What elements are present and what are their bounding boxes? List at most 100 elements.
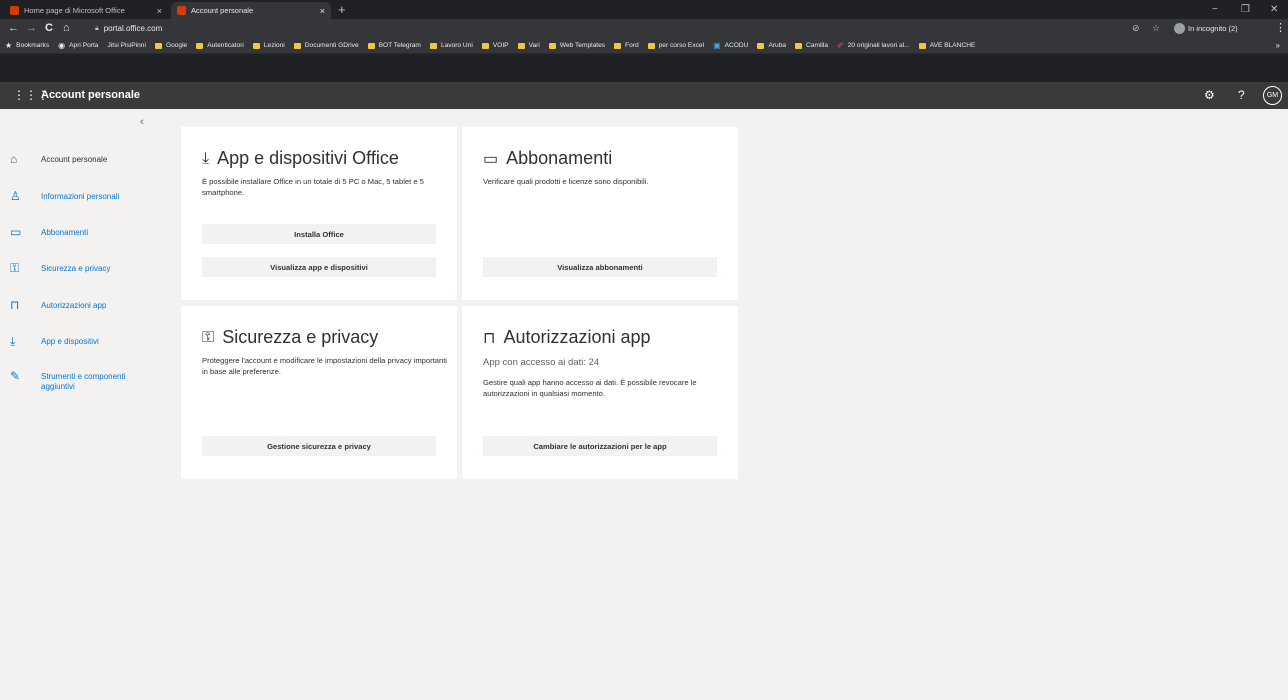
sidebar-item-sicurezza-privacy[interactable]: ⚿ Sicurezza e privacy [10,262,146,274]
view-apps-devices-button[interactable]: Visualizza app e dispositivi [202,257,436,277]
folder-icon [293,42,301,49]
security-card-title-text: Sicurezza e privacy [222,327,379,347]
tab-home-office[interactable]: Home page di Microsoft Office × [4,2,168,19]
incognito-badge[interactable]: In incognito (2) [1174,21,1238,36]
close-window-icon[interactable]: ✕ [1270,0,1278,19]
eye-off-icon[interactable]: ⊘ [1132,19,1140,38]
bookmark-label: VOIP [492,42,509,49]
sidebar-item-autorizzazioni-app[interactable]: ⊓ Autorizzazioni app [10,299,146,311]
browser-menu-icon[interactable]: ⋮ [1275,19,1286,38]
minimize-icon[interactable]: − [1212,0,1218,19]
apps-card: ⤓ App e dispositivi Office È possibile i… [181,127,457,300]
security-card-title: ⚿ Sicurezza e privacy [202,327,378,348]
sidebar-item-app-dispositivi[interactable]: ⤓ App e dispositivi [10,335,146,347]
forward-icon[interactable]: → [26,19,37,38]
home-icon: ⌂ [10,152,18,166]
bookmark-item[interactable]: ◉ Apri Porta [58,41,98,50]
bookmark-item[interactable]: AVE BLANCHE [918,42,976,49]
sidebar-item-informazioni-personali[interactable]: ♙ Informazioni personali [10,190,146,202]
permissions-card-title: ⊓ Autorizzazioni app [483,327,651,348]
url-text: portal.office.com [103,24,163,33]
office-favicon-icon [10,6,19,15]
bookmark-item[interactable]: Jitsi PisiPinni [107,42,145,49]
change-permissions-button[interactable]: Cambiare le autorizzazioni per le app [483,436,717,456]
person-icon: ♙ [10,189,21,203]
collapse-sidebar-icon[interactable]: ‹ [140,116,144,128]
sidebar-item-label: Autorizzazioni app [41,301,107,310]
help-icon[interactable]: ? [1238,82,1245,109]
bookmark-item[interactable]: Documenti GDrive [293,42,359,49]
bookmark-item[interactable]: Ford [614,42,639,49]
reload-icon[interactable]: C [45,19,53,38]
office-favicon-icon [177,6,186,15]
folder-icon [548,42,556,49]
bookmark-item[interactable]: Aruba [757,42,786,49]
bookmark-item[interactable]: Vari [517,42,540,49]
sidebar-item-label: App e dispositivi [41,337,99,346]
bookmarks-more-icon[interactable]: » [1276,38,1280,53]
sidebar-item-abbonamenti[interactable]: ▭ Abbonamenti [10,226,146,238]
bookmark-label: ACODU [724,42,749,49]
bookmark-item[interactable]: Google [154,42,188,49]
apps-card-description: È possibile installare Office in un tota… [202,177,424,197]
bookmark-star-icon[interactable]: ☆ [1152,19,1160,38]
url-field[interactable]: 🔒︎ portal.office.com [95,21,1175,36]
back-icon[interactable]: ← [8,19,19,38]
new-tab-button[interactable]: + [338,2,346,17]
bookmark-item[interactable]: Lavoro Uni [429,42,473,49]
folder-icon [918,42,926,49]
tab-close-icon[interactable]: × [320,6,325,16]
home-icon[interactable]: ⌂ [63,19,70,38]
view-subscriptions-button[interactable]: Visualizza abbonamenti [483,257,717,277]
sidebar-item-strumenti[interactable]: ✎ Strumenti e componenti aggiuntivi [10,370,146,392]
bookmark-item[interactable]: BOT Telegram [367,42,421,49]
sidebar-item-account-personale[interactable]: ⌂ Account personale [10,153,146,165]
bookmark-label: Google [165,42,188,49]
subscriptions-card-description: Verificare quali prodotti e licenze sono… [483,177,649,186]
settings-gear-icon[interactable]: ⚙ [1204,82,1215,109]
sidebar-item-label: Informazioni personali [41,192,120,201]
tab-close-icon[interactable]: × [157,6,162,16]
sidebar-item-label: Account personale [41,155,108,164]
key-icon: ⚿ [10,261,20,275]
avatar[interactable]: GM [1263,86,1282,105]
app-title: Account personale [41,89,141,101]
bookmark-item[interactable]: Camilla [795,42,828,49]
install-office-button[interactable]: Installa Office [202,224,436,244]
browser-tab-bar: Home page di Microsoft Office × Account … [0,0,1288,19]
card-icon: ▭ [483,150,499,168]
globe-icon: ◉ [58,41,66,50]
bookmark-item[interactable]: ▣ ACODU [713,41,748,50]
bookmark-item[interactable]: per corso Excel [647,42,704,49]
permissions-count: App con accesso ai dati: 24 [483,357,600,368]
bookmark-item[interactable]: Web Templates [548,42,605,49]
tab-account-personale[interactable]: Account personale × [171,2,331,19]
folder-icon [196,42,204,49]
lock-icon: ⊓ [10,298,20,312]
bookmark-label: Autenticatori [207,42,244,49]
bookmark-item[interactable]: ★ Bookmarks [5,41,49,50]
bookmark-item[interactable]: ✐ 20 originali lavori al... [837,41,910,50]
bookmark-label: AVE BLANCHE [929,42,976,49]
apps-card-title: ⤓ App e dispositivi Office [202,148,399,169]
folder-icon [481,42,489,49]
tab-label: Home page di Microsoft Office [24,6,125,15]
folder-icon [429,42,437,49]
folder-icon [517,42,525,49]
bookmark-label: Lavoro Uni [440,42,473,49]
star-icon: ★ [5,41,13,50]
sidebar-item-label: Strumenti e componenti aggiuntivi [41,372,126,391]
bookmark-label: Lezioni [263,42,285,49]
wrench-icon: ✎ [10,369,21,383]
folder-icon [367,42,375,49]
security-card-description: Proteggere l'account e modificare le imp… [202,356,447,376]
download-icon: ⤓ [10,334,16,348]
bookmark-label: Apri Porta [69,42,99,49]
address-bar-row: ← → C ⌂ 🔒︎ portal.office.com ⊘ ☆ In inco… [0,19,1288,38]
bookmark-label: Aruba [768,42,787,49]
bookmark-item[interactable]: VOIP [481,42,509,49]
manage-security-button[interactable]: Gestione sicurezza e privacy [202,436,436,456]
bookmark-item[interactable]: Autenticatori [196,42,244,49]
restore-icon[interactable]: ❐ [1241,0,1250,19]
bookmark-item[interactable]: Lezioni [252,42,285,49]
